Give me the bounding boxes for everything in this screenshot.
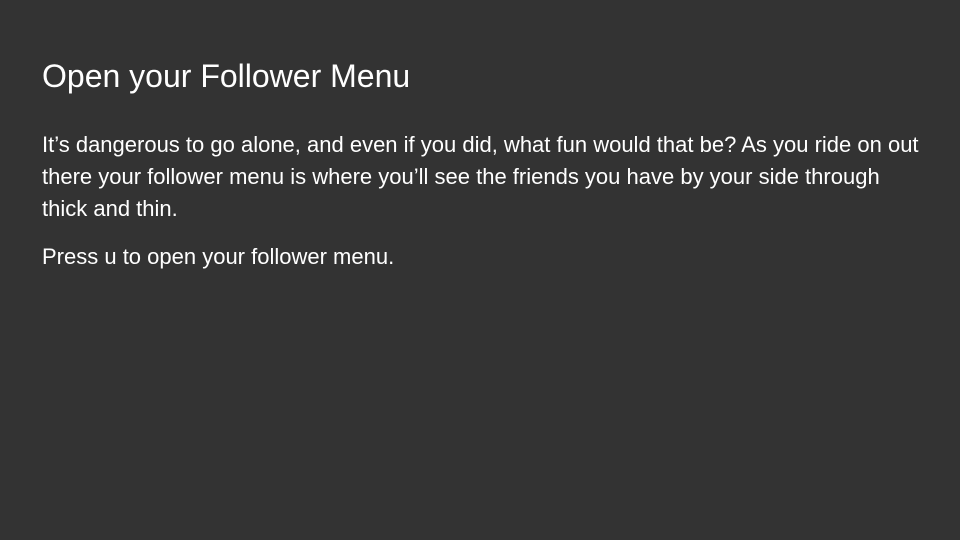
instruction-paragraph: Press u to open your follower menu. (42, 244, 395, 269)
intro-paragraph: It’s dangerous to go alone, and even if … (42, 132, 919, 221)
slide-body: It’s dangerous to go alone, and even if … (42, 129, 922, 289)
slide: Open your Follower Menu It’s dangerous t… (0, 0, 960, 540)
slide-title: Open your Follower Menu (42, 58, 411, 94)
